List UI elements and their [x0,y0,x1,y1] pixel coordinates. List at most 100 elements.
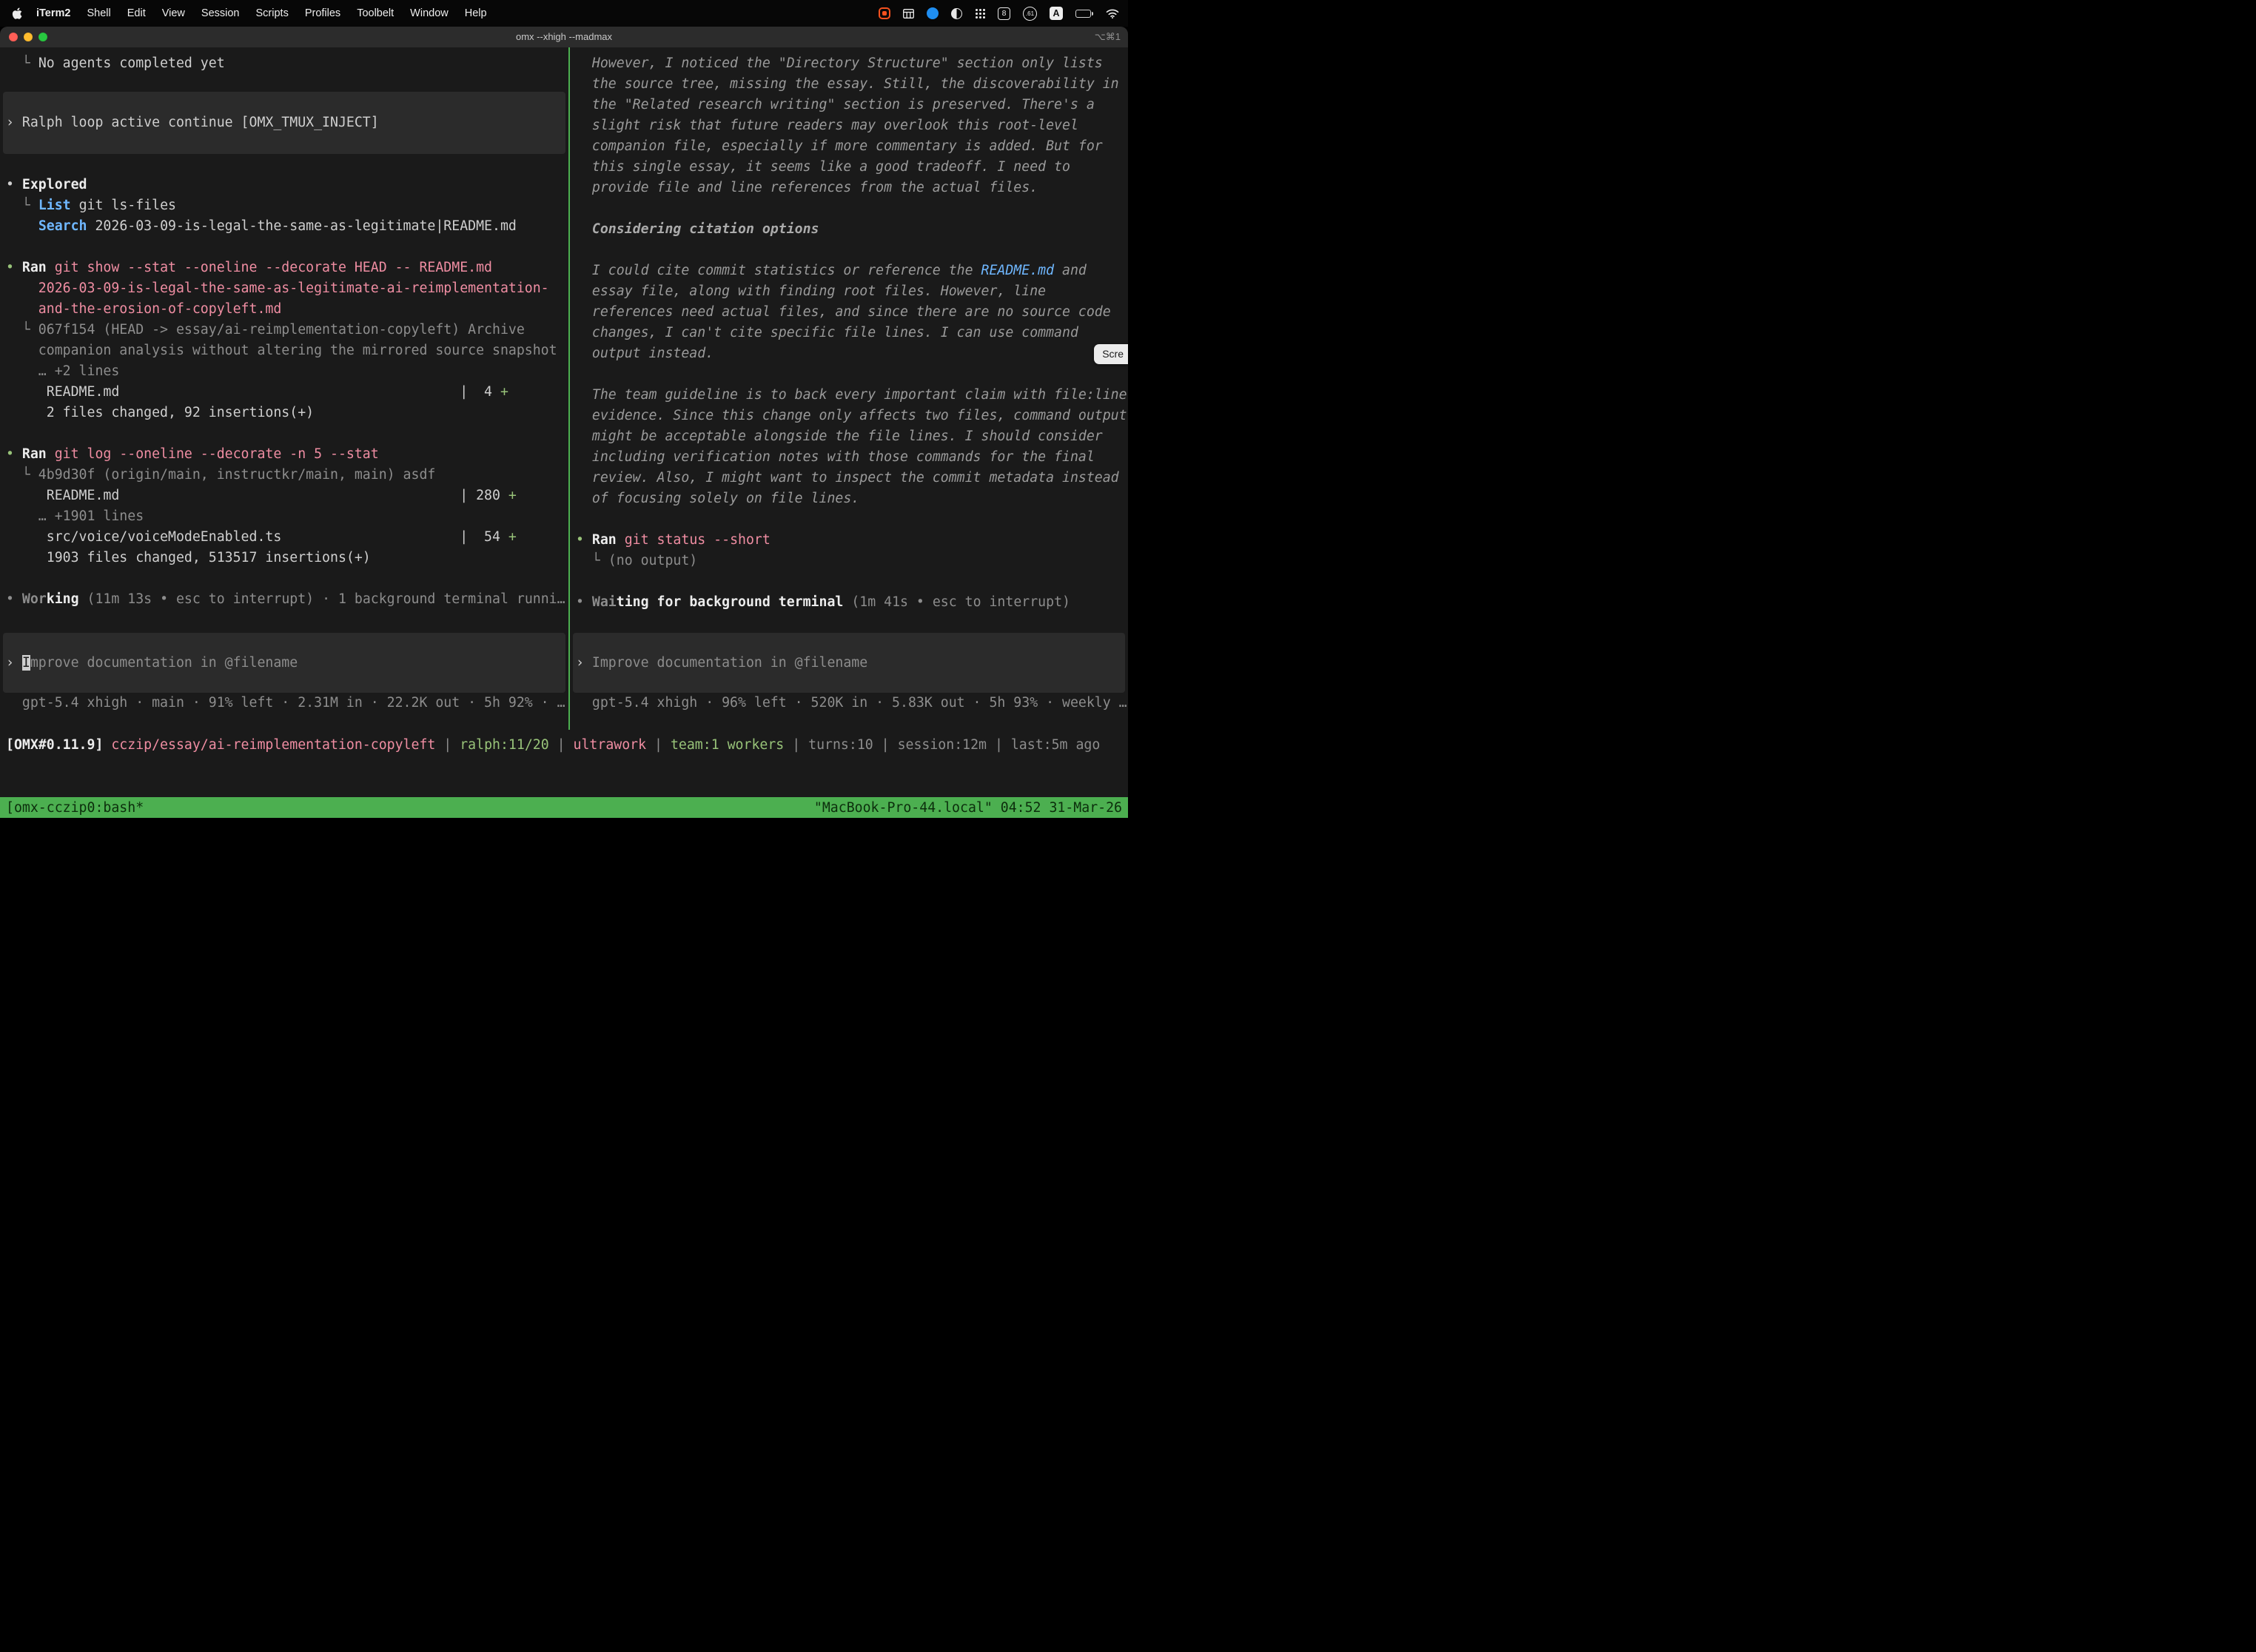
terminal-panes: └ No agents completed yet › Ralph loop a… [0,47,1128,730]
prompt-input-left[interactable]: › Improve documentation in @filename [3,633,565,693]
terminal-text-segment: and-the-erosion-of-copyleft.md [6,301,281,317]
tmux-session-label: [omx-cczip0:bash* [6,800,144,816]
terminal-line: the "Related research writing" section i… [576,95,1128,115]
right-transcript: However, I noticed the "Directory Struct… [576,53,1128,613]
terminal-text-segment: Ralph loop active continue [OMX_TMUX_INJ… [22,115,379,130]
terminal-line [576,240,1128,261]
battery-icon[interactable] [1075,10,1093,18]
input-source-icon[interactable]: A [1050,7,1063,20]
omx-status-bar: [OMX#0.11.9] cczip/essay/ai-reimplementa… [6,735,1128,756]
terminal-line: • Ran git log --oneline --decorate -n 5 … [6,444,568,465]
right-terminal-pane[interactable]: However, I noticed the "Directory Struct… [570,47,1128,730]
terminal-text-segment: • [6,446,22,462]
terminal-line: I could cite commit statistics or refere… [576,261,1128,281]
terminal-line: and-the-erosion-of-copyleft.md [6,299,568,320]
terminal-text-segment: 2 files changed, 92 insertions(+) [6,405,314,420]
terminal-text-segment: I could cite commit statistics or refere… [576,263,981,278]
terminal-line: 2026-03-09-is-legal-the-same-as-legitima… [6,278,568,299]
keycap-icon[interactable]: 8 [998,7,1010,20]
prompt-input-right[interactable]: › Improve documentation in @filename [573,633,1125,693]
tmux-host-clock: "MacBook-Pro-44.local" 04:52 31-Mar-26 [814,800,1122,816]
left-session-status: gpt-5.4 xhigh · main · 91% left · 2.31M … [6,693,568,713]
gauge-icon[interactable]: .61 [1023,7,1037,21]
terminal-text-segment: git status --short [617,532,771,548]
terminal-text-segment: of focusing solely on file lines. [576,491,859,506]
left-terminal-pane[interactable]: └ No agents completed yet › Ralph loop a… [0,47,568,730]
terminal-text-segment [79,591,87,607]
terminal-text-segment: might be acceptable alongside the file l… [576,429,1103,444]
terminal-text-segment: changes, I can't cite specific file line… [576,325,1078,340]
terminal-line [6,423,568,444]
terminal-text-segment: team:1 workers [671,737,784,753]
terminal-text-segment [6,56,22,71]
menu-item-iterm2[interactable]: iTerm2 [28,7,78,19]
terminal-line [576,364,1128,385]
menu-item-profiles[interactable]: Profiles [297,7,349,19]
screen-overlay-pill[interactable]: Scre [1094,344,1128,364]
terminal-text-segment: I [22,655,30,671]
terminal-text-segment: review. Also, I might want to inspect th… [576,470,1119,486]
half-circle-icon[interactable] [951,8,962,19]
terminal-text-segment: Explored [22,177,87,192]
tmux-status-bar: [omx-cczip0:bash* "MacBook-Pro-44.local"… [0,797,1128,818]
wifi-icon[interactable] [1106,9,1119,19]
terminal-text-segment: The team guideline is to back every impo… [576,387,1127,403]
terminal-text-segment: › [6,115,22,130]
terminal-text-segment: ultrawork [574,737,647,753]
terminal-line: this single essay, it seems like a good … [576,157,1128,178]
terminal-text-segment: Ran [22,446,47,462]
terminal-window: └ No agents completed yet › Ralph loop a… [0,47,1128,826]
dots-grid-icon[interactable] [975,8,985,19]
terminal-text-segment: + [508,529,517,545]
screen-recording-indicator[interactable] [879,7,890,19]
terminal-text-segment: 2026-03-09-is-legal-the-same-as-legitima… [87,218,517,234]
terminal-text-segment: └ 067f154 (HEAD -> essay/ai-reimplementa… [22,322,525,338]
terminal-text-segment: companion analysis without altering the … [6,343,557,358]
terminal-line: However, I noticed the "Directory Struct… [576,53,1128,74]
terminal-text-segment: mprove documentation in @filename [30,655,298,671]
terminal-text-segment: + [500,384,508,400]
menu-item-session[interactable]: Session [193,7,248,19]
terminal-text-segment: output instead. [576,346,714,361]
menu-item-edit[interactable]: Edit [119,7,154,19]
terminal-line [576,509,1128,530]
terminal-line: of focusing solely on file lines. [576,488,1128,509]
terminal-line: including verification notes with those … [576,447,1128,468]
table-grid-icon[interactable] [903,9,914,19]
terminal-text-segment: | turns:10 | session:12m | last:5m ago [784,737,1100,753]
battery-nub [1092,12,1093,16]
terminal-text-segment: Improve documentation in @filename [592,655,867,671]
terminal-text-segment: └ 4b9d30f (origin/main, instructkr/main,… [22,467,435,483]
terminal-line: essay file, along with finding root file… [576,281,1128,302]
menu-item-help[interactable]: Help [457,7,495,19]
terminal-text-segment: cczip/essay/ai-reimplementation-copyleft [111,737,435,753]
terminal-text-segment: companion file, especially if more comme… [576,138,1103,154]
terminal-text-segment: List [38,198,71,213]
menu-item-shell[interactable]: Shell [78,7,118,19]
window-title-bar: omx --xhigh --madmax ⌥⌘1 [0,27,1128,47]
terminal-text-segment: README.md | 4 [6,384,500,400]
menu-item-toolbelt[interactable]: Toolbelt [349,7,402,19]
menu-bar: iTerm2 Shell Edit View Session Scripts P… [0,0,1128,27]
blue-app-icon[interactable] [927,7,939,19]
terminal-line: Search 2026-03-09-is-legal-the-same-as-l… [6,216,568,237]
terminal-text-segment: 1903 files changed, 513517 insertions(+) [6,550,371,565]
terminal-line [6,568,568,589]
terminal-text-segment: the "Related research writing" section i… [576,97,1095,113]
menu-item-window[interactable]: Window [402,7,457,19]
menu-item-view[interactable]: View [154,7,193,19]
terminal-text-segment: … +2 lines [6,363,119,379]
terminal-line: 2 files changed, 92 insertions(+) [6,403,568,423]
left-transcript: • Explored └ List git ls-files Search 20… [6,175,568,610]
terminal-text-segment: ting for background terminal [617,594,844,610]
terminal-text-segment [6,198,22,213]
terminal-text-segment: └ [22,56,38,71]
terminal-text-segment: README.md | 280 [6,488,508,503]
apple-menu[interactable] [9,7,28,20]
menu-item-scripts[interactable]: Scripts [248,7,297,19]
terminal-line: provide file and line references from th… [576,178,1128,198]
terminal-text-segment: • [576,532,592,548]
terminal-text-segment: … +1901 lines [6,508,144,524]
terminal-text-segment: git show --stat --oneline --decorate HEA… [47,260,492,275]
apple-icon [12,7,22,20]
